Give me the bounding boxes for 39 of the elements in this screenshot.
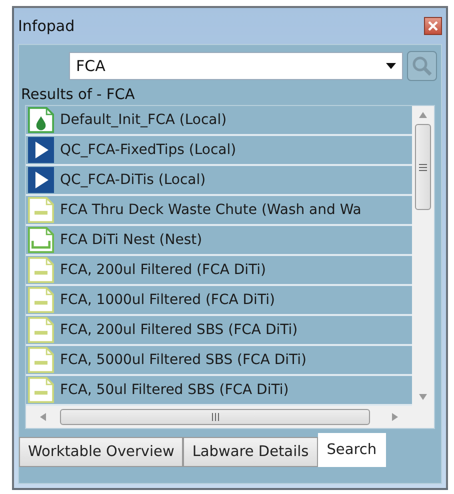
- document-bar-icon: [28, 197, 54, 223]
- search-button[interactable]: [407, 51, 437, 81]
- tab[interactable]: Worktable Overview: [19, 437, 184, 467]
- play-icon: [28, 137, 54, 163]
- scroll-up-icon: [419, 112, 427, 118]
- result-item[interactable]: FCA, 200ul Filtered (FCA DiTi): [26, 256, 412, 286]
- tab[interactable]: Labware Details: [183, 437, 318, 467]
- document-drop-icon: [28, 107, 54, 133]
- document-bar-icon: [28, 377, 54, 403]
- document-tray-icon: [28, 227, 54, 253]
- result-item[interactable]: FCA, 1000ul Filtered (FCA DiTi): [26, 286, 412, 316]
- result-item[interactable]: FCA, 50ul Filtered SBS (FCA DiTi): [26, 376, 412, 406]
- document-bar-icon: [28, 257, 54, 283]
- document-bar-icon: [28, 287, 54, 313]
- dropdown-caret-icon: [386, 63, 396, 69]
- window-title: Infopad: [18, 17, 75, 35]
- scroll-left-icon: [40, 413, 46, 421]
- grip-icon: [212, 413, 218, 421]
- close-icon: [428, 21, 438, 31]
- tab[interactable]: Search: [318, 433, 386, 467]
- play-icon: [28, 167, 54, 193]
- scrollbar-thumb[interactable]: [60, 409, 370, 425]
- result-item[interactable]: FCA, 200ul Filtered SBS (FCA DiTi): [26, 316, 412, 346]
- scroll-down-icon: [419, 394, 427, 400]
- search-icon: [411, 55, 433, 77]
- scroll-right-icon: [392, 413, 398, 421]
- grip-icon: [419, 164, 427, 170]
- results-label: Results of - FCA: [20, 86, 136, 105]
- search-combo-box[interactable]: FCA: [69, 52, 403, 80]
- result-item[interactable]: FCA, 5000ul Filtered SBS (FCA DiTi): [26, 346, 412, 376]
- close-button[interactable]: [424, 17, 442, 35]
- result-item[interactable]: Default_Init_FCA (Local): [26, 106, 412, 136]
- scrollbar-thumb[interactable]: [415, 124, 431, 210]
- result-item[interactable]: FCA DiTi Nest (Nest): [26, 226, 412, 256]
- result-item[interactable]: FCA Thru Deck Waste Chute (Wash and Wa: [26, 196, 412, 226]
- document-bar-icon: [28, 347, 54, 373]
- result-item[interactable]: QC_FCA-DiTis (Local): [26, 166, 412, 196]
- document-bar-icon: [28, 317, 54, 343]
- result-item[interactable]: QC_FCA-FixedTips (Local): [26, 136, 412, 166]
